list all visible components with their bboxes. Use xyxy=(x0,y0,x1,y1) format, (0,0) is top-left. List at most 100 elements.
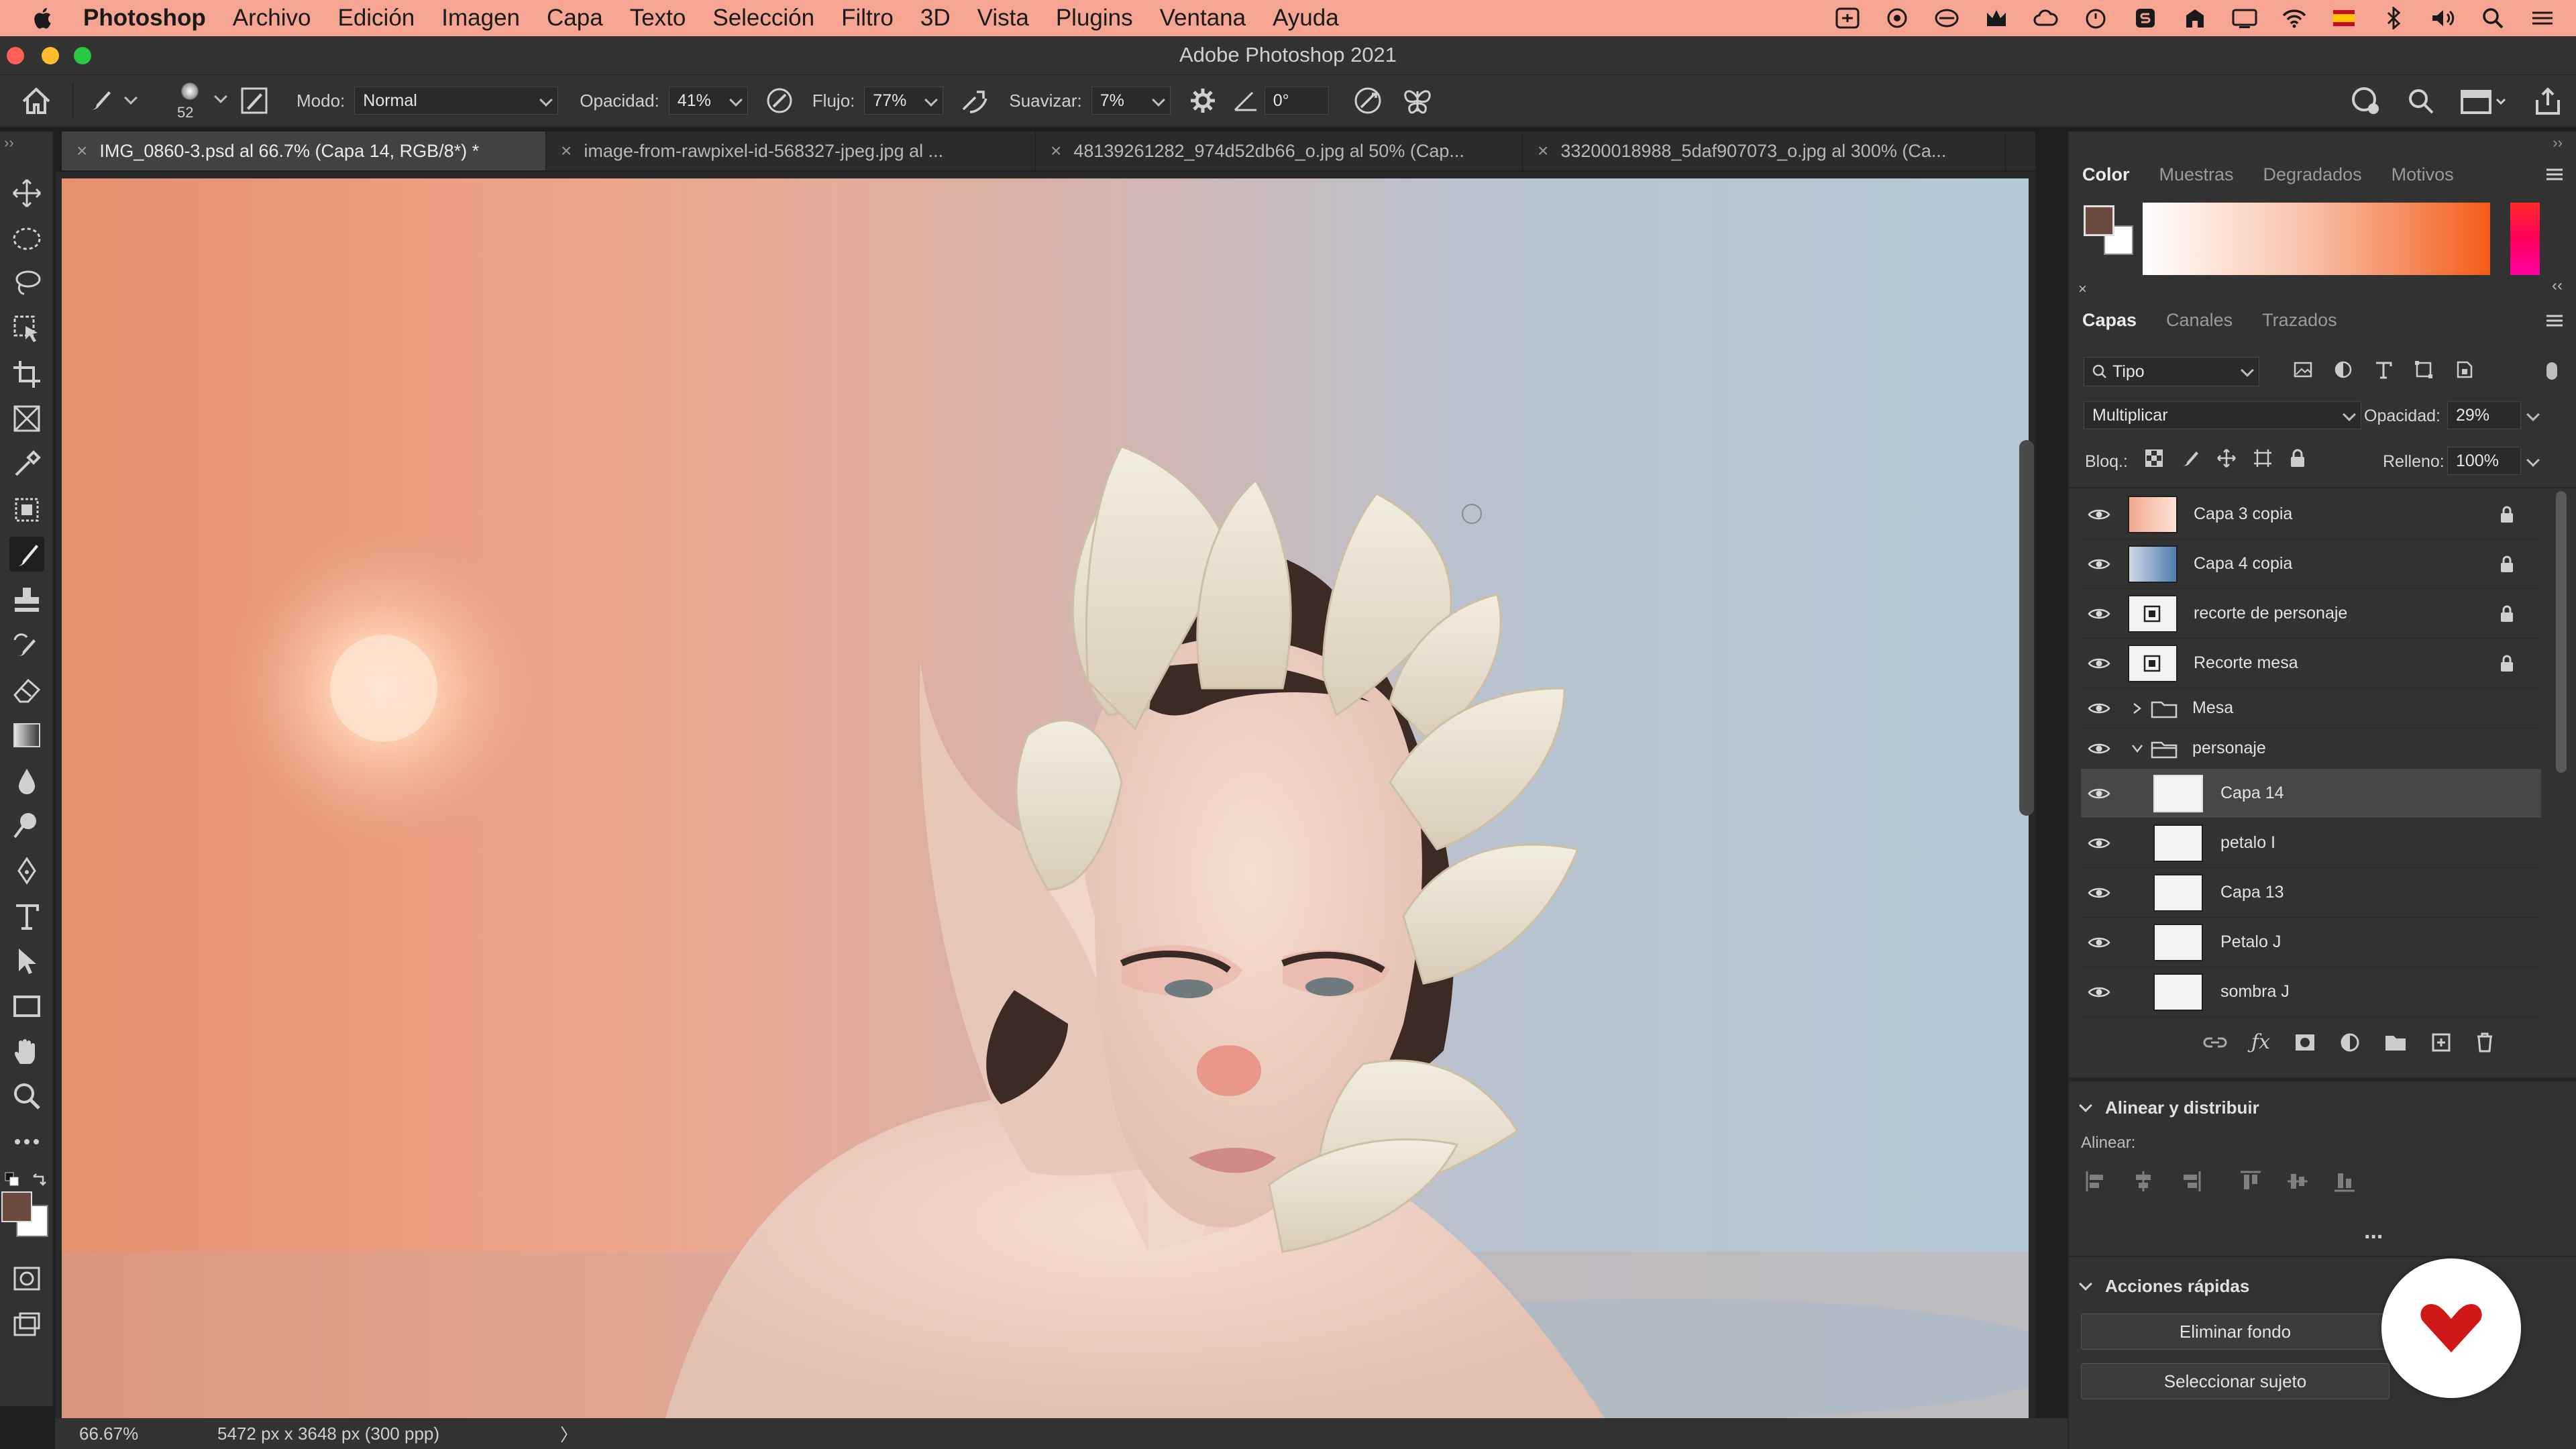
blend-mode-select[interactable]: Multiplicar xyxy=(2084,401,2361,429)
new-group-folder-icon[interactable] xyxy=(2384,1033,2407,1052)
gradient-tool[interactable] xyxy=(9,718,44,753)
lock-transparent-pixels-icon[interactable] xyxy=(2144,448,2164,468)
type-layer-filter-icon[interactable] xyxy=(2373,360,2394,380)
visibility-eye-icon[interactable] xyxy=(2088,886,2110,900)
swap-colors-icon[interactable] xyxy=(31,1171,47,1191)
learn-icon[interactable] xyxy=(2351,86,2381,117)
align-horizontal-center-icon[interactable] xyxy=(2132,1170,2155,1193)
volume-icon[interactable] xyxy=(2430,6,2457,30)
cloud-icon[interactable] xyxy=(2033,6,2059,30)
align-vertical-center-icon[interactable] xyxy=(2286,1170,2309,1193)
clone-stamp-tool[interactable] xyxy=(9,582,44,617)
lock-position-icon[interactable] xyxy=(2216,448,2237,468)
document-tab-4[interactable]: × 33200018988_5daf907073_o.jpg al 300% (C… xyxy=(1523,131,2006,170)
brush-size-picker[interactable]: 52 xyxy=(162,77,227,124)
tab-canales[interactable]: Canales xyxy=(2166,310,2233,331)
timer-icon[interactable] xyxy=(2082,6,2109,30)
zoom-level[interactable]: 66.67% xyxy=(79,1424,186,1444)
foreground-color-swatch[interactable] xyxy=(1,1191,32,1222)
rectangle-tool[interactable] xyxy=(9,989,44,1024)
more-align-options[interactable]: ... xyxy=(2364,1218,2383,1244)
align-left-icon[interactable] xyxy=(2085,1170,2108,1193)
adjustment-layer-icon[interactable] xyxy=(2340,1032,2360,1053)
history-brush-tool[interactable] xyxy=(9,628,44,663)
lock-artboard-icon[interactable] xyxy=(2253,448,2273,468)
layer-row-selected[interactable]: Capa 14 xyxy=(2081,769,2541,818)
layer-row[interactable]: recorte de personaje xyxy=(2081,589,2541,639)
menu-ventana[interactable]: Ventana xyxy=(1160,5,1246,32)
fill-field[interactable]: 100% xyxy=(2447,447,2540,475)
home-app-icon[interactable] xyxy=(2182,6,2208,30)
align-section-header[interactable]: Alinear y distribuir xyxy=(2079,1097,2259,1118)
lock-all-icon[interactable] xyxy=(2289,448,2306,468)
mode-select[interactable]: Normal xyxy=(354,87,559,115)
layer-row[interactable]: Capa 3 copia xyxy=(2081,490,2541,539)
close-tab-icon[interactable]: × xyxy=(1051,140,1061,162)
tool-preset-picker[interactable] xyxy=(85,87,138,114)
symmetry-button[interactable] xyxy=(1401,85,1434,117)
layer-filter-select[interactable]: Tipo xyxy=(2084,357,2259,386)
spotlight-search-icon[interactable] xyxy=(2479,6,2506,30)
remove-background-button[interactable]: Eliminar fondo xyxy=(2081,1313,2390,1350)
quick-actions-header[interactable]: Acciones rápidas xyxy=(2079,1276,2249,1297)
collapse-dock-icon[interactable]: ›› xyxy=(2553,134,2563,152)
layer-row[interactable]: Capa 4 copia xyxy=(2081,539,2541,589)
pressure-size-toggle[interactable] xyxy=(1352,85,1384,117)
close-panel-group-icon[interactable]: × xyxy=(2078,280,2087,298)
visibility-eye-icon[interactable] xyxy=(2088,936,2110,949)
vertical-scrollbar[interactable] xyxy=(2019,440,2034,816)
collapse-toolbar-icon[interactable]: ›› xyxy=(4,134,14,152)
hue-slider[interactable] xyxy=(2510,203,2540,275)
document-tab-1[interactable]: × IMG_0860-3.psd al 66.7% (Capa 14, RGB/8… xyxy=(62,131,546,170)
tab-motivos[interactable]: Motivos xyxy=(2392,164,2454,185)
document-tab-2[interactable]: × image-from-rawpixel-id-568327-jpeg.jpg … xyxy=(546,131,1036,170)
pen-tool[interactable] xyxy=(9,853,44,888)
lock-image-pixels-icon[interactable] xyxy=(2180,448,2200,468)
default-colors-icon[interactable] xyxy=(4,1171,20,1191)
new-layer-icon[interactable] xyxy=(2431,1032,2451,1053)
select-subject-button[interactable]: Seleccionar sujeto xyxy=(2081,1363,2390,1399)
brush-settings-panel-toggle[interactable] xyxy=(240,87,268,115)
eraser-tool[interactable] xyxy=(9,672,44,707)
smoothing-field[interactable]: 7% xyxy=(1091,87,1171,115)
spain-flag-icon[interactable] xyxy=(2330,6,2357,30)
lasso-tool[interactable] xyxy=(9,266,44,301)
screen-mode-button[interactable] xyxy=(9,1307,44,1342)
close-tab-icon[interactable]: × xyxy=(1538,140,1548,162)
layer-group-row[interactable]: personaje xyxy=(2081,729,2541,769)
workspace-icon[interactable] xyxy=(2461,87,2508,115)
status-menu-arrow[interactable]: 〉 xyxy=(560,1421,578,1446)
share-icon[interactable] xyxy=(2533,87,2563,116)
tab-capas[interactable]: Capas xyxy=(2082,310,2137,331)
menu-ayuda[interactable]: Ayuda xyxy=(1273,5,1339,32)
screen-share-icon[interactable] xyxy=(1834,6,1861,30)
menu-app-name[interactable]: Photoshop xyxy=(83,5,206,32)
layer-row[interactable]: Recorte mesa xyxy=(2081,639,2541,688)
link-layers-icon[interactable] xyxy=(2203,1034,2227,1051)
type-tool[interactable] xyxy=(9,899,44,934)
search-icon[interactable] xyxy=(2407,87,2435,115)
bluetooth-icon[interactable] xyxy=(2380,6,2407,30)
smart-object-filter-icon[interactable] xyxy=(2454,360,2474,380)
visibility-eye-icon[interactable] xyxy=(2088,837,2110,850)
chevron-down-icon[interactable] xyxy=(2131,743,2144,754)
menu-capa[interactable]: Capa xyxy=(547,5,603,32)
color-panel-menu-icon[interactable] xyxy=(2545,168,2564,184)
tab-color[interactable]: Color xyxy=(2082,164,2130,185)
visibility-eye-icon[interactable] xyxy=(2088,607,2110,621)
menu-plugins[interactable]: Plugins xyxy=(1056,5,1133,32)
path-selection-tool[interactable] xyxy=(9,943,44,978)
brush-tool[interactable] xyxy=(9,537,44,572)
menu-3d[interactable]: 3D xyxy=(920,5,951,32)
crop-tool[interactable] xyxy=(9,357,44,392)
menu-imagen[interactable]: Imagen xyxy=(441,5,520,32)
dodge-tool[interactable] xyxy=(9,808,44,843)
add-mask-icon[interactable] xyxy=(2294,1033,2316,1052)
eyedropper-tool[interactable] xyxy=(9,447,44,482)
blur-tool[interactable] xyxy=(9,763,44,798)
marquee-tool[interactable] xyxy=(9,221,44,256)
pixel-layer-filter-icon[interactable] xyxy=(2293,360,2313,380)
layer-style-fx-icon[interactable]: ƒx xyxy=(2251,1030,2270,1054)
zoom-tool[interactable] xyxy=(9,1079,44,1114)
crown-icon[interactable] xyxy=(1983,6,2010,30)
